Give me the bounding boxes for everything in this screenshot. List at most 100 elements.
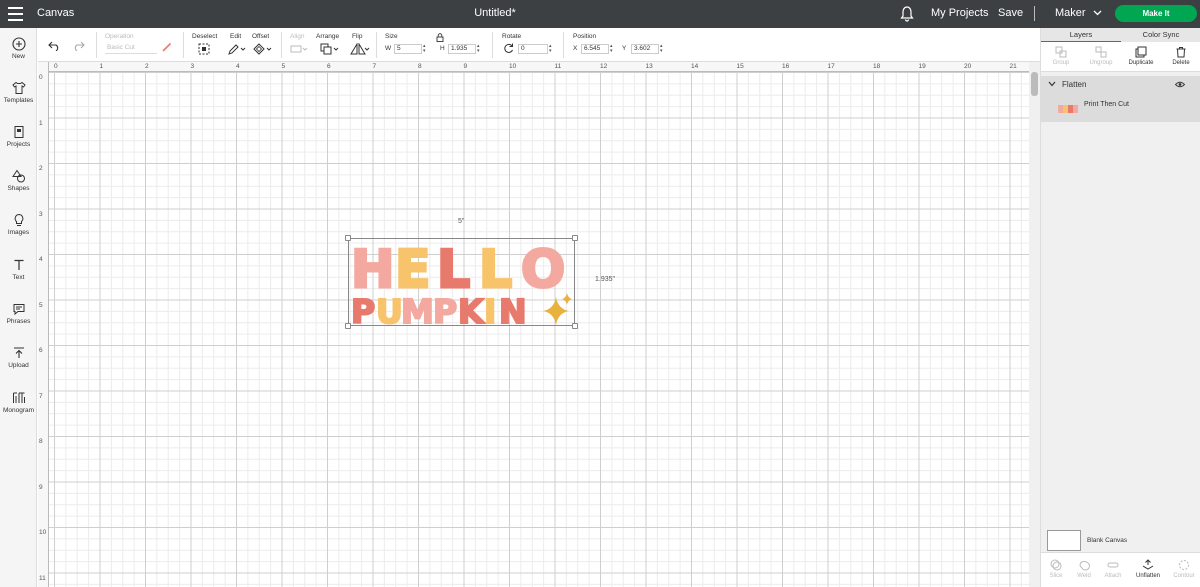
- ruler-tick-label: 5: [39, 301, 43, 309]
- ruler-tick-label: 21: [1009, 63, 1017, 70]
- ruler-tick-label: 12: [600, 63, 608, 70]
- ruler-tick-label: 3: [190, 63, 195, 70]
- x-stepper[interactable]: ▴ ▾: [610, 44, 615, 54]
- width-stepper[interactable]: ▴ ▾: [423, 44, 428, 54]
- sidebar-item-upload[interactable]: Upload: [0, 346, 37, 369]
- sidebar-item-phrases[interactable]: Phrases: [0, 302, 37, 325]
- projects-icon: [14, 126, 23, 138]
- group-icon: [1055, 46, 1067, 58]
- layer-group[interactable]: Flatten Print Then Cut: [1041, 76, 1200, 122]
- edit-pencil-icon[interactable]: [228, 43, 246, 55]
- ruler-tick-label: 10: [39, 529, 47, 536]
- sidebar-item-shapes[interactable]: Shapes: [0, 169, 37, 192]
- resize-handle-top-right[interactable]: [572, 235, 578, 241]
- ruler-tick-label: 15: [736, 63, 744, 70]
- ungroup-button[interactable]: Ungroup: [1081, 46, 1121, 66]
- divider: [376, 32, 377, 58]
- tab-layers[interactable]: Layers: [1041, 30, 1121, 42]
- sidebar-item-monogram[interactable]: Monogram: [0, 391, 37, 414]
- sidebar-item-text[interactable]: Text: [0, 258, 37, 281]
- divider: [96, 32, 97, 58]
- sidebar-item-label: Upload: [8, 362, 29, 369]
- divider: [563, 32, 564, 58]
- selected-design[interactable]: H E L L O P U M P K I N: [345, 235, 578, 329]
- resize-handle-bottom-left[interactable]: [345, 323, 351, 329]
- trash-icon: [1176, 47, 1186, 58]
- rotate-stepper[interactable]: ▴ ▾: [549, 44, 554, 54]
- ruler-tick-label: 18: [873, 63, 881, 70]
- ruler-tick-label: 1: [39, 119, 43, 127]
- x-label: X: [573, 45, 578, 52]
- align-label: Align: [290, 33, 305, 40]
- width-input[interactable]: 5: [394, 44, 422, 54]
- redo-icon[interactable]: [72, 41, 85, 51]
- ruler-tick-label: 2: [145, 63, 149, 70]
- group-button[interactable]: Group: [1041, 46, 1081, 66]
- chevron-down-icon: [1093, 10, 1102, 16]
- eye-icon[interactable]: [1175, 81, 1185, 88]
- bell-icon[interactable]: [900, 6, 914, 22]
- unflatten-icon: [1142, 559, 1154, 570]
- y-stepper[interactable]: ▴ ▾: [660, 44, 665, 54]
- operation-select[interactable]: Basic Cut: [105, 44, 157, 54]
- x-input[interactable]: 6.545: [581, 44, 609, 54]
- svg-text:I: I: [484, 292, 496, 327]
- ruler-tick-label: 13: [645, 63, 653, 70]
- sidebar-item-label: Images: [7, 229, 30, 236]
- speech-bubble-icon: [13, 304, 24, 316]
- ruler-tick-label: 0: [39, 74, 43, 81]
- duplicate-label: Duplicate: [1128, 60, 1154, 66]
- contour-button[interactable]: Contour: [1169, 559, 1199, 579]
- blank-canvas-label: Blank Canvas: [1087, 537, 1128, 544]
- sidebar-item-label: Templates: [3, 97, 34, 104]
- design-canvas[interactable]: 0 1 2 3 4 5 6 7 8 9 10 11 12 13 14 15 16 17 18 19 20 21 01234…: [38, 62, 1029, 587]
- divider: [1034, 6, 1035, 21]
- resize-handle-bottom-right[interactable]: [572, 323, 578, 329]
- blank-canvas-swatch[interactable]: [1047, 530, 1081, 551]
- attach-button[interactable]: Attach: [1098, 559, 1128, 579]
- sidebar-item-projects[interactable]: Projects: [0, 125, 37, 148]
- layer-item-print-then-cut[interactable]: Print Then Cut: [1084, 101, 1129, 108]
- tab-color-sync[interactable]: Color Sync: [1121, 30, 1200, 39]
- sidebar-item-templates[interactable]: Templates: [0, 81, 37, 104]
- align-icon[interactable]: [290, 43, 308, 55]
- rotate-input[interactable]: 0: [518, 44, 548, 54]
- vertical-scrollbar[interactable]: [1029, 62, 1040, 587]
- y-label: Y: [622, 45, 627, 52]
- delete-button[interactable]: Delete: [1161, 46, 1200, 66]
- ruler-tick-label: 20: [964, 63, 972, 70]
- height-stepper[interactable]: ▴ ▾: [477, 44, 482, 54]
- document-title[interactable]: Untitled*: [0, 7, 990, 19]
- resize-handle-top-left[interactable]: [345, 235, 351, 241]
- ruler-tick-label: 19: [918, 63, 926, 70]
- sidebar-item-new[interactable]: New: [0, 37, 37, 60]
- unflatten-label: Unflatten: [1135, 573, 1160, 579]
- y-input[interactable]: 3.602: [631, 44, 659, 54]
- offset-icon[interactable]: [253, 43, 273, 55]
- attach-icon: [1107, 562, 1119, 568]
- divider: [492, 32, 493, 58]
- divider: [183, 32, 184, 58]
- save-button[interactable]: Save: [998, 7, 1023, 19]
- lock-icon[interactable]: [436, 33, 444, 42]
- deselect-icon[interactable]: [198, 43, 210, 55]
- unflatten-button[interactable]: Unflatten: [1131, 559, 1165, 579]
- weld-button[interactable]: Weld: [1069, 559, 1099, 579]
- my-projects-link[interactable]: My Projects: [931, 7, 988, 19]
- flip-icon[interactable]: [350, 43, 370, 55]
- slice-button[interactable]: Slice: [1041, 559, 1071, 579]
- ruler-tick-label: 1: [99, 63, 104, 70]
- layer-group-header[interactable]: Flatten: [1048, 80, 1086, 89]
- undo-icon[interactable]: [48, 41, 61, 51]
- delete-label: Delete: [1172, 60, 1190, 66]
- scrollbar-thumb[interactable]: [1031, 72, 1038, 96]
- make-it-button[interactable]: Make It: [1115, 5, 1197, 22]
- duplicate-button[interactable]: Duplicate: [1121, 46, 1161, 66]
- sidebar-item-images[interactable]: Images: [0, 213, 37, 236]
- ruler-tick-label: 6: [39, 347, 43, 354]
- contour-icon: [1179, 560, 1189, 570]
- height-input[interactable]: 1.935: [448, 44, 476, 54]
- arrange-icon[interactable]: [320, 43, 340, 55]
- machine-select[interactable]: Maker: [1055, 7, 1102, 19]
- svg-text:M: M: [401, 292, 434, 327]
